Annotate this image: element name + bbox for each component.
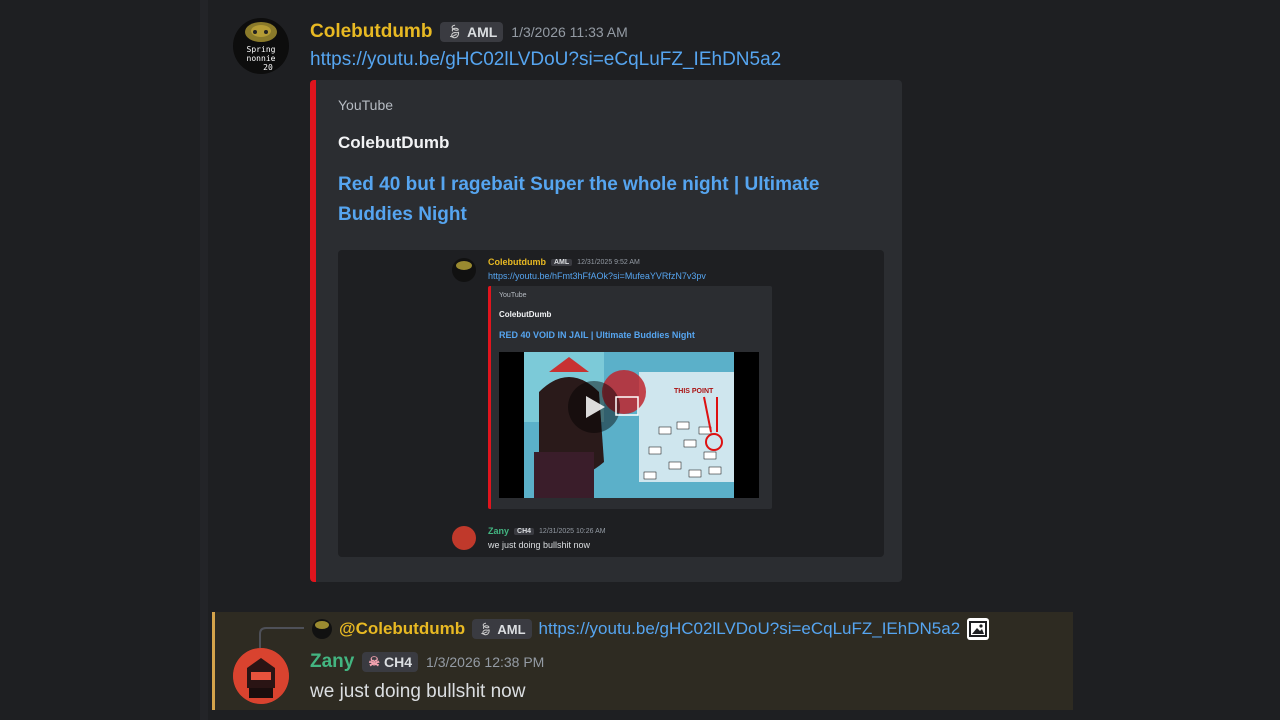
reply-mention[interactable]: @Colebutdumb (339, 619, 465, 639)
thumb-embed-author: ColebutDumb (499, 310, 552, 319)
thumb-tag: AML (551, 258, 573, 266)
embed-author[interactable]: ColebutDumb (338, 133, 449, 153)
timestamp[interactable]: 1/3/2026 11:33 AM (511, 24, 628, 40)
avatar-zany[interactable] (233, 648, 289, 704)
message2-text: we just doing bullshit now (310, 681, 526, 702)
video-caption: THIS POINT (674, 388, 714, 395)
thumb-reply-header: Zany CH4 12/31/2025 10:26 AM (488, 526, 606, 536)
embed-provider[interactable]: YouTube (338, 97, 393, 113)
reply-connector (259, 627, 304, 648)
thumb-reply-timestamp: 12/31/2025 10:26 AM (539, 527, 606, 535)
message1-header: Colebutdumb 🍃︎ AML 1/3/2026 11:33 AM (310, 20, 628, 44)
thumb-header: Colebutdumb AML 12/31/2025 9:52 AM (488, 257, 640, 267)
leaf-icon: 🍃︎ (478, 622, 494, 636)
server-tag[interactable]: ☠︎ CH4 (362, 652, 419, 672)
thumb-embed-provider: YouTube (499, 292, 527, 299)
reply-reference[interactable]: @Colebutdumb 🍃︎ AML https://youtu.be/gHC… (312, 617, 990, 641)
avatar-text: Spring nonnie 20 (246, 45, 276, 72)
thumb-timestamp: 12/31/2025 9:52 AM (577, 258, 640, 266)
sidebar-edge (200, 0, 208, 720)
avatar-colebutdumb[interactable]: Spring nonnie 20 (233, 18, 289, 74)
image-icon (967, 618, 990, 640)
author-name[interactable]: Zany (310, 651, 354, 673)
reply-server-tag-label: AML (497, 621, 526, 637)
video-thumbnail[interactable]: Colebutdumb AML 12/31/2025 9:52 AM https… (338, 250, 884, 557)
thumb-link: https://youtu.be/hFmt3hFfAOk?si=MufeaYVR… (488, 271, 706, 281)
leaf-icon: 🍃︎ (446, 24, 463, 39)
reply-server-tag: 🍃︎ AML (472, 619, 532, 639)
server-tag-label: CH4 (384, 654, 413, 670)
embed-title[interactable]: Red 40 but I ragebait Super the whole ni… (338, 170, 878, 230)
message1-link[interactable]: https://youtu.be/gHC02lLVDoU?si=eCqLuFZ_… (310, 49, 781, 71)
thumb-reply-text: we just doing bullshit now (488, 540, 591, 550)
server-tag[interactable]: 🍃︎ AML (440, 22, 504, 42)
avatar-image (233, 648, 289, 704)
thumb-video: THIS POINT (499, 352, 759, 498)
timestamp[interactable]: 1/3/2026 12:38 PM (426, 654, 544, 670)
thumb-author: Colebutdumb (488, 257, 546, 267)
reply-avatar-mini (312, 619, 332, 639)
thumb-embed-title: RED 40 VOID IN JAIL | Ultimate Buddies N… (499, 330, 695, 340)
thumb-reply-author: Zany (488, 526, 510, 536)
message2-header: Zany ☠︎ CH4 1/3/2026 12:38 PM (310, 650, 544, 674)
thumb-reply-tag: CH4 (514, 527, 535, 535)
author-name[interactable]: Colebutdumb (310, 21, 432, 43)
thumb-reply-avatar (452, 526, 476, 550)
thumb-embed: YouTube ColebutDumb RED 40 VOID IN JAIL … (488, 286, 772, 509)
skull-icon: ☠︎ (368, 654, 381, 669)
video-frame-art (524, 352, 734, 498)
reply-link[interactable]: https://youtu.be/gHC02lLVDoU?si=eCqLuFZ_… (539, 619, 961, 639)
server-tag-label: AML (466, 24, 498, 40)
youtube-embed: YouTube ColebutDumb Red 40 but I ragebai… (310, 80, 902, 582)
thumb-avatar (452, 258, 476, 282)
